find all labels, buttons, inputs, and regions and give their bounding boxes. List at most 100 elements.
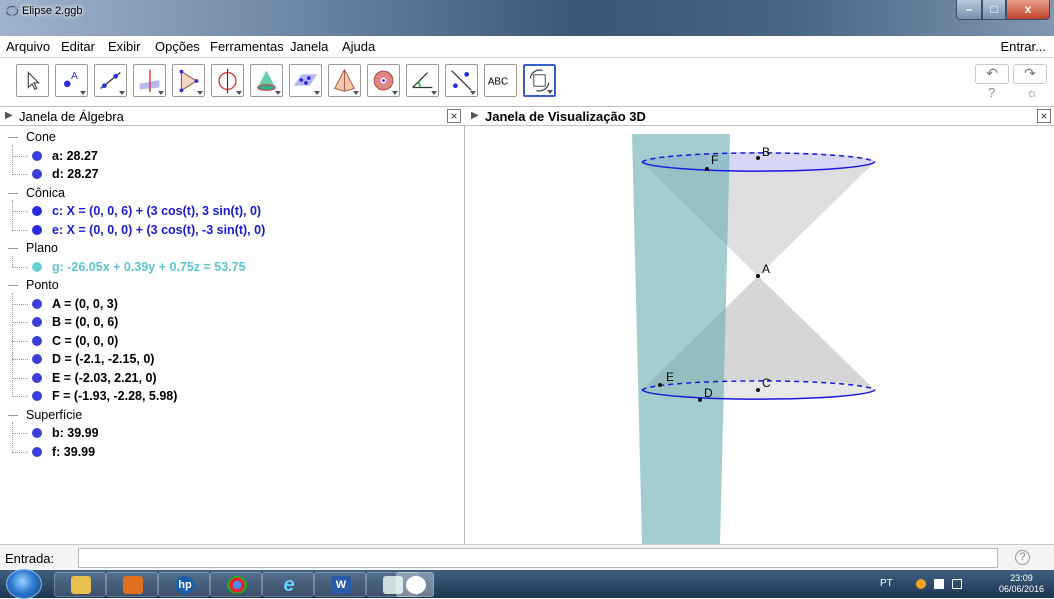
algebra-item-text[interactable]: F = (-1.93, -2.28, 5.98)	[52, 389, 177, 403]
tray-app-icon[interactable]	[916, 579, 926, 589]
collapse-arrow-icon[interactable]: ▶	[471, 110, 479, 121]
sphere-tool-button[interactable]	[367, 64, 400, 97]
algebra-group[interactable]: Plano	[0, 239, 460, 257]
algebra-group[interactable]: Cônica	[0, 184, 460, 202]
algebra-item[interactable]: e: X = (0, 0, 0) + (3 cos(t), -3 sin(t),…	[0, 221, 460, 239]
3d-scene[interactable]: F B A E C D	[466, 126, 1054, 544]
collapse-toggle-icon[interactable]	[8, 248, 18, 249]
point-E[interactable]	[658, 383, 662, 387]
input-field[interactable]	[78, 548, 998, 568]
algebra-item-text[interactable]: B = (0, 0, 6)	[52, 315, 118, 329]
maximize-button[interactable]: □	[982, 0, 1006, 20]
taskbar-media-player[interactable]	[106, 572, 158, 597]
collapse-toggle-icon[interactable]	[8, 285, 18, 286]
algebra-item-text[interactable]: a: 28.27	[52, 149, 98, 163]
algebra-item[interactable]: g: -26.05x + 0.39y + 0.75z = 53.75	[0, 258, 460, 276]
algebra-item-text[interactable]: D = (-2.1, -2.15, 0)	[52, 352, 154, 366]
menu-exibir[interactable]: Exibir	[108, 39, 141, 54]
network-icon[interactable]	[934, 579, 944, 589]
collapse-toggle-icon[interactable]	[8, 137, 18, 138]
point-A[interactable]	[756, 274, 760, 278]
visibility-toggle-icon[interactable]	[32, 169, 42, 179]
algebra-item[interactable]: f: 39.99	[0, 443, 460, 461]
algebra-group[interactable]: Cone	[0, 128, 460, 146]
visibility-toggle-icon[interactable]	[32, 317, 42, 327]
visibility-toggle-icon[interactable]	[32, 391, 42, 401]
menu-ajuda[interactable]: Ajuda	[342, 39, 375, 54]
algebra-item-text[interactable]: E = (-2.03, 2.21, 0)	[52, 371, 157, 385]
move-tool-button[interactable]	[16, 64, 49, 97]
help-icon[interactable]: ?	[988, 85, 995, 100]
clock[interactable]: 23:09 06/06/2016	[999, 573, 1044, 595]
algebra-item[interactable]: D = (-2.1, -2.15, 0)	[0, 350, 460, 368]
angle-tool-button[interactable]	[406, 64, 439, 97]
login-link[interactable]: Entrar...	[1000, 39, 1046, 54]
taskbar-chrome[interactable]	[210, 572, 262, 597]
visibility-toggle-icon[interactable]	[32, 354, 42, 364]
minimize-button[interactable]: –	[956, 0, 982, 20]
undo-button[interactable]: ↶	[975, 64, 1009, 84]
visibility-toggle-icon[interactable]	[32, 446, 42, 457]
algebra-item-text[interactable]: A = (0, 0, 3)	[52, 297, 118, 311]
algebra-item[interactable]: d: 28.27	[0, 165, 460, 183]
collapse-toggle-icon[interactable]	[8, 192, 18, 194]
close-algebra-panel-button[interactable]: ×	[447, 109, 461, 123]
visibility-toggle-icon[interactable]	[32, 335, 42, 346]
algebra-item[interactable]: C = (0, 0, 0)	[0, 332, 460, 350]
visibility-toggle-icon[interactable]	[32, 150, 42, 161]
algebra-item-text[interactable]: e: X = (0, 0, 0) + (3 cos(t), -3 sin(t),…	[52, 223, 265, 237]
battery-icon[interactable]	[952, 579, 962, 589]
algebra-view[interactable]: Cone a: 28.27 d: 28.27 Cônica c: X = (0, 0, …	[0, 126, 465, 544]
algebra-group[interactable]: Ponto	[0, 276, 460, 294]
close-view3d-panel-button[interactable]: ×	[1037, 109, 1051, 123]
algebra-item-text[interactable]: d: 28.27	[52, 167, 99, 181]
algebra-item[interactable]: b: 39.99	[0, 424, 460, 442]
menu-ferramentas[interactable]: Ferramentas	[210, 39, 284, 54]
reflect-tool-button[interactable]	[445, 64, 478, 97]
point-tool-button[interactable]: A	[55, 64, 88, 97]
line-tool-button[interactable]	[94, 64, 127, 97]
algebra-item[interactable]: E = (-2.03, 2.21, 0)	[0, 369, 460, 387]
point-F[interactable]	[705, 167, 709, 171]
visibility-toggle-icon[interactable]	[32, 261, 42, 272]
polygon-tool-button[interactable]	[172, 64, 205, 97]
point-D[interactable]	[698, 398, 702, 402]
algebra-item[interactable]: F = (-1.93, -2.28, 5.98)	[0, 387, 460, 405]
algebra-item[interactable]: A = (0, 0, 3)	[0, 295, 460, 313]
point-B[interactable]	[756, 156, 760, 160]
taskbar-geogebra[interactable]	[396, 572, 434, 597]
algebra-item-text[interactable]: c: X = (0, 0, 6) + (3 cos(t), 3 sin(t), …	[52, 204, 261, 218]
algebra-item-text[interactable]: g: -26.05x + 0.39y + 0.75z = 53.75	[52, 260, 246, 274]
taskbar-ie[interactable]: e	[262, 572, 314, 597]
pyramid-tool-button[interactable]	[328, 64, 361, 97]
algebra-group[interactable]: Superfície	[0, 406, 460, 424]
algebra-item-text[interactable]: b: 39.99	[52, 426, 99, 440]
taskbar-hp[interactable]: hp	[158, 572, 210, 597]
start-button[interactable]	[6, 569, 42, 599]
algebra-item[interactable]: c: X = (0, 0, 6) + (3 cos(t), 3 sin(t), …	[0, 202, 460, 220]
circle-axis-tool-button[interactable]	[211, 64, 244, 97]
taskbar-word[interactable]: W	[314, 572, 366, 597]
algebra-item[interactable]: B = (0, 0, 6)	[0, 313, 460, 331]
3d-graphics-view[interactable]: F B A E C D	[466, 126, 1054, 544]
visibility-toggle-icon[interactable]	[32, 372, 42, 383]
menu-opcoes[interactable]: Opções	[155, 39, 200, 54]
text-tool-button[interactable]: ABC	[484, 64, 517, 97]
input-help-icon[interactable]: ?	[1015, 550, 1030, 565]
close-button[interactable]: x	[1006, 0, 1050, 20]
redo-button[interactable]: ↷	[1013, 64, 1047, 84]
perpendicular-tool-button[interactable]	[133, 64, 166, 97]
algebra-item-text[interactable]: C = (0, 0, 0)	[52, 334, 118, 348]
plane-tool-button[interactable]	[289, 64, 322, 97]
visibility-toggle-icon[interactable]	[32, 428, 42, 438]
algebra-item[interactable]: a: 28.27	[0, 147, 460, 165]
settings-icon[interactable]: ☼	[1026, 85, 1038, 100]
language-indicator[interactable]: PT	[880, 578, 893, 589]
visibility-toggle-icon[interactable]	[32, 298, 42, 309]
taskbar-explorer[interactable]	[54, 572, 106, 597]
menu-arquivo[interactable]: Arquivo	[6, 39, 50, 54]
visibility-toggle-icon[interactable]	[32, 224, 42, 235]
menu-editar[interactable]: Editar	[61, 39, 95, 54]
collapse-arrow-icon[interactable]: ▶	[5, 110, 13, 121]
rotate-view-tool-button[interactable]	[523, 64, 556, 97]
